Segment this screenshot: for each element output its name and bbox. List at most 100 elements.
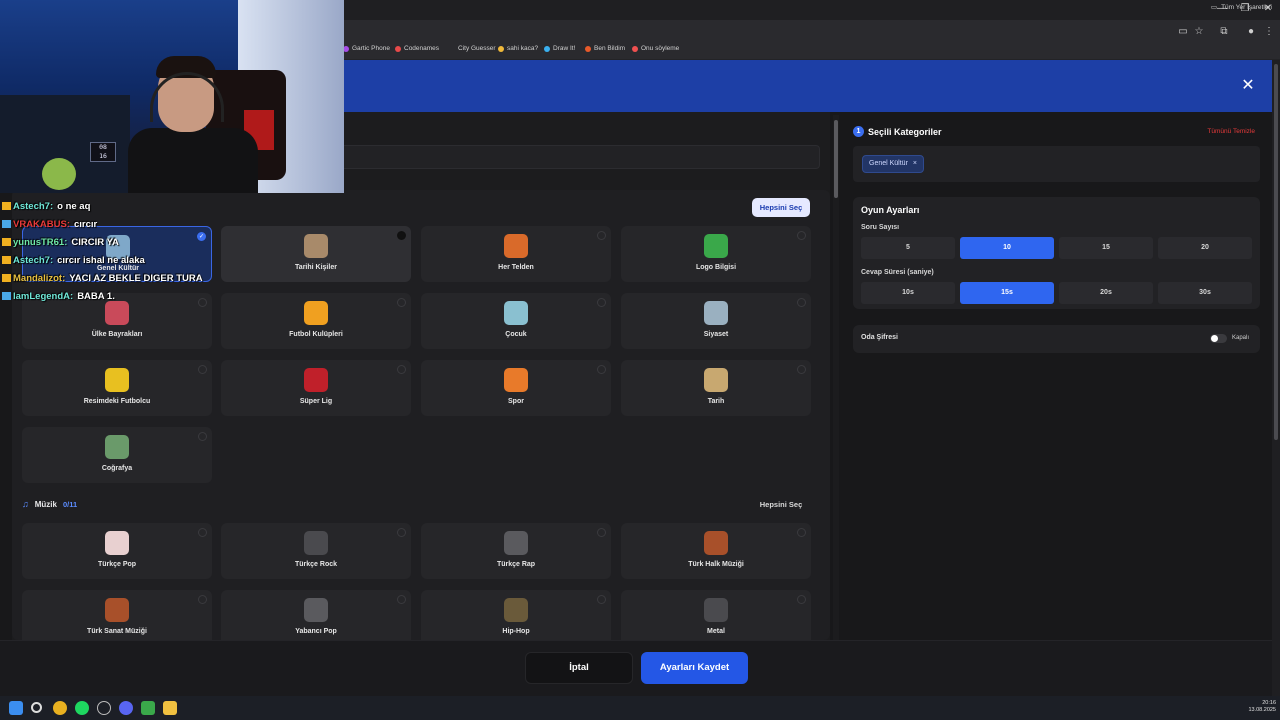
category-tile[interactable]: Her Telden [421, 226, 611, 282]
category-tile[interactable]: Yabancı Pop [221, 590, 411, 646]
category-label: Yabancı Pop [295, 628, 337, 635]
category-label: Türk Sanat Müziği [87, 628, 147, 635]
app-icon[interactable] [97, 701, 111, 715]
category-label: Her Telden [498, 264, 534, 271]
option-button[interactable]: 10s [861, 282, 955, 304]
question-count-label: Soru Sayısı [861, 224, 900, 231]
crown-badge-icon [2, 292, 11, 300]
chat-text: YACI AZ BEKLE DIGER TURA [69, 272, 203, 284]
bookmark-item[interactable]: Codenames [395, 45, 439, 52]
clear-all-button[interactable]: Tümünü Temizle [1180, 128, 1255, 135]
category-label: Hip-Hop [502, 628, 530, 635]
modal-close-button[interactable]: ✕ [1240, 78, 1256, 94]
option-button[interactable]: 30s [1158, 282, 1252, 304]
bookmark-item[interactable]: sahi kaca? [498, 45, 538, 52]
discord-icon[interactable] [119, 701, 133, 715]
bookmark-item[interactable]: Draw It! [544, 45, 575, 52]
category-tile[interactable]: Siyaset [621, 293, 811, 349]
profile-icon[interactable]: ● [1244, 25, 1258, 39]
select-indicator [198, 432, 207, 441]
chat-message: Mandalizot: YACI AZ BEKLE DIGER TURA [2, 269, 332, 287]
star-icon[interactable]: ☆ [1192, 25, 1206, 39]
category-label: Türkçe Pop [97, 561, 137, 568]
category-label: Siyaset [703, 331, 729, 338]
answer-time-label: Cevap Süresi (saniye) [861, 269, 934, 276]
music-select-all-button[interactable]: Hepsini Seç [752, 500, 810, 512]
bookmark-item[interactable]: City Guesser [449, 45, 496, 52]
bookmark-favicon-icon [585, 45, 591, 52]
category-icon [304, 368, 328, 392]
bookmark-label: Codenames [404, 45, 440, 52]
category-label: Türkçe Rap [496, 561, 536, 568]
select-indicator [597, 528, 606, 537]
bookmark-item[interactable]: Gartic Phone [343, 45, 390, 52]
option-button[interactable]: 5 [861, 237, 955, 259]
category-tile[interactable]: Spor [421, 360, 611, 416]
os-taskbar [0, 696, 1280, 720]
category-icon [704, 368, 728, 392]
select-indicator [597, 231, 606, 240]
category-tile[interactable]: Süper Lig [221, 360, 411, 416]
folder-icon[interactable] [163, 701, 177, 715]
music-section-header: ♫ Müzik 0/11 [22, 499, 77, 509]
category-tile[interactable]: Hip-Hop [421, 590, 611, 646]
category-tile[interactable]: Resimdeki Futbolcu [22, 360, 212, 416]
crown-badge-icon [2, 238, 11, 246]
chat-message: Astech7: o ne aq [2, 197, 332, 215]
select-indicator [198, 365, 207, 374]
bookmark-label: Onu söyleme [641, 45, 680, 52]
category-tile[interactable]: Logo Bilgisi [621, 226, 811, 282]
page-scrollbar-thumb[interactable] [1274, 64, 1278, 440]
cancel-button[interactable]: İptal [525, 652, 633, 684]
cast-icon[interactable]: ▭ [1176, 25, 1190, 39]
chat-text: cırcır ishal ne alaka [57, 254, 145, 266]
category-tile[interactable]: Türkçe Pop [22, 523, 212, 579]
bookmark-label: sahi kaca? [507, 45, 539, 52]
category-label: Türk Halk Müziği [688, 561, 744, 568]
category-tile[interactable]: Coğrafya [22, 427, 212, 483]
chat-message: yunusTR61: CIRCIR YA [2, 233, 332, 251]
category-tile[interactable]: Türk Halk Müziği [621, 523, 811, 579]
room-password-label: Oda Şifresi [861, 334, 898, 341]
option-button[interactable]: 20 [1158, 237, 1252, 259]
category-tile[interactable]: Metal [621, 590, 811, 646]
chip-remove-icon[interactable]: × [913, 156, 917, 172]
spotify-icon[interactable] [75, 701, 89, 715]
taskbar-clock: 20:16 13.08.2025 [1236, 700, 1276, 714]
category-tile[interactable]: Türk Sanat Müziği [22, 590, 212, 646]
select-indicator [397, 298, 406, 307]
general-select-all-button[interactable]: Hepsini Seç [752, 198, 810, 217]
bookmark-favicon-icon [395, 45, 401, 52]
menu-icon[interactable]: ⋮ [1262, 25, 1276, 39]
windows-start-icon[interactable] [9, 701, 23, 715]
category-icon [704, 531, 728, 555]
category-tile[interactable]: Türkçe Rap [421, 523, 611, 579]
category-tile[interactable]: Tarih [621, 360, 811, 416]
option-button[interactable]: 15s [960, 282, 1054, 304]
bookmark-item[interactable]: Ben Bildim [585, 45, 625, 52]
category-label: Çocuk [505, 331, 527, 338]
minecraft-icon[interactable] [141, 701, 155, 715]
extensions-icon[interactable]: ⧉ [1217, 25, 1231, 39]
category-label: Coğrafya [101, 465, 133, 472]
chat-username: Astech7: [13, 200, 54, 212]
music-icon: ♫ [22, 499, 29, 509]
search-icon[interactable] [31, 702, 42, 713]
category-tile[interactable]: Türkçe Rock [221, 523, 411, 579]
chrome-icon[interactable] [53, 701, 67, 715]
category-search-input[interactable] [340, 145, 820, 169]
chat-message: VRAKABUS: cırcır [2, 215, 332, 233]
select-indicator [397, 595, 406, 604]
save-settings-button[interactable]: Ayarları Kaydet [641, 652, 748, 684]
option-button[interactable]: 20s [1059, 282, 1153, 304]
category-scrollbar-thumb[interactable] [834, 120, 838, 198]
bookmark-item[interactable]: Onu söyleme [632, 45, 679, 52]
selected-chip[interactable]: Genel Kültür × [862, 155, 925, 173]
chat-text: o ne aq [57, 200, 91, 212]
modal-footer [0, 640, 1272, 696]
chip-label: Genel Kültür [869, 160, 908, 167]
option-button[interactable]: 10 [960, 237, 1054, 259]
all-bookmarks[interactable]: ▭ Tüm Yer İşaretleri [1211, 3, 1272, 12]
option-button[interactable]: 15 [1059, 237, 1153, 259]
category-tile[interactable]: Çocuk [421, 293, 611, 349]
